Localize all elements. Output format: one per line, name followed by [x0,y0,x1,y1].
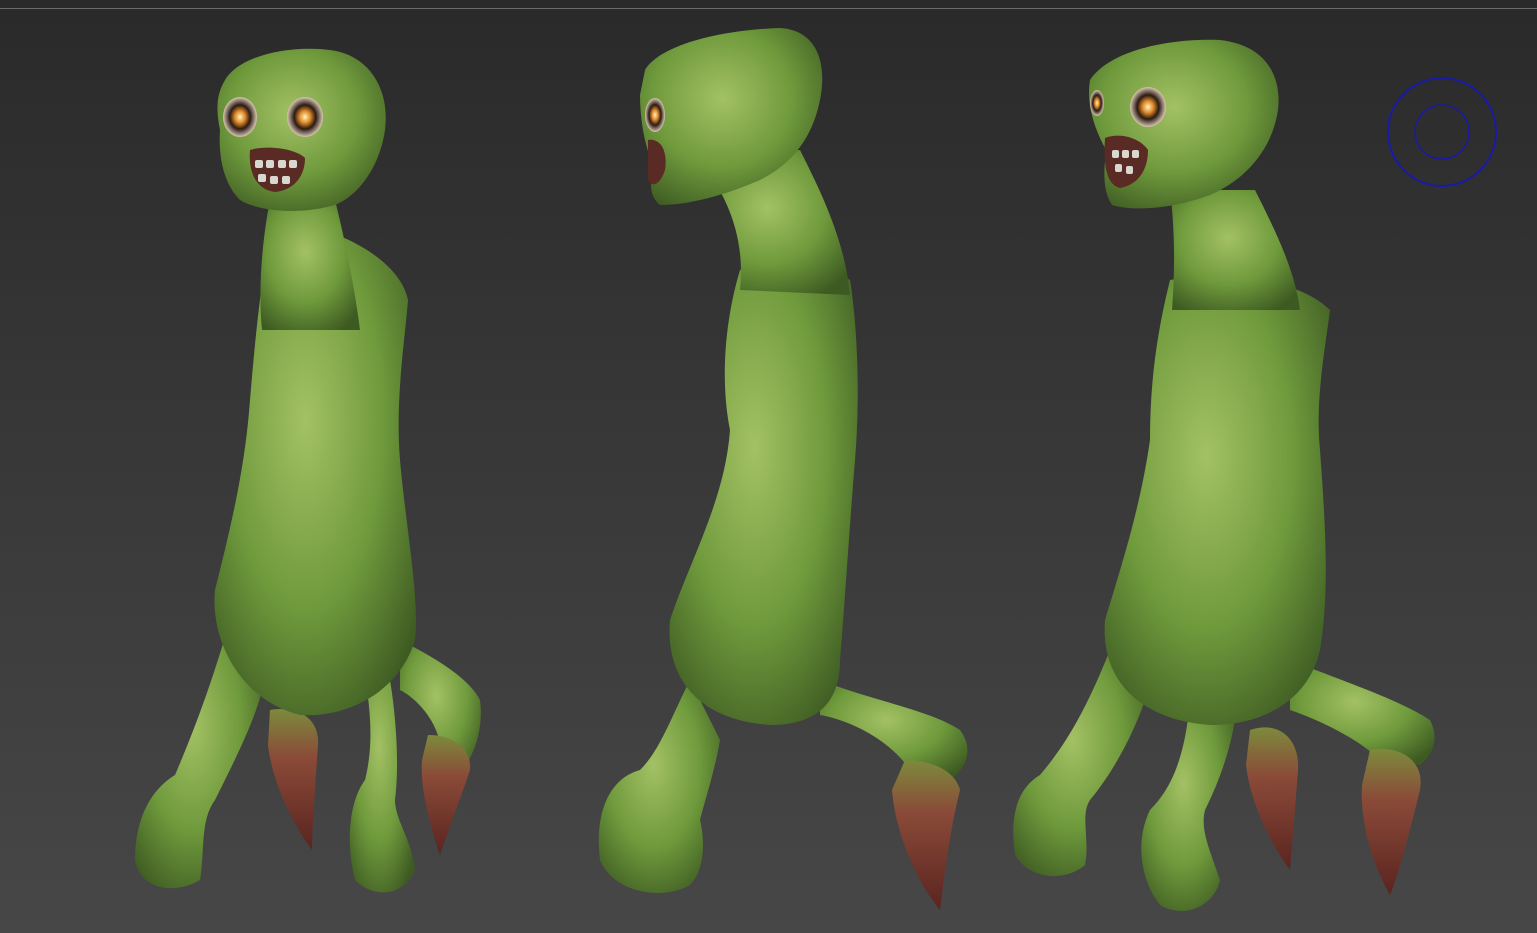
front-eye-left [223,97,257,137]
front-neck [260,200,360,330]
gizmo-outer-ring[interactable] [1387,77,1497,187]
tq-eye [1130,87,1166,127]
creature-view-side[interactable] [598,28,968,910]
side-eye [645,98,665,132]
tq-right-leg [1290,660,1435,765]
tq-torso [1104,276,1330,725]
creature-view-front[interactable] [135,48,481,893]
gizmo-inner-ring[interactable] [1414,104,1470,160]
side-claw [892,760,960,910]
side-hind-leg [820,680,968,780]
front-eye-right [287,97,323,137]
creature-view-three-quarter[interactable] [1013,39,1435,911]
side-near-limb [598,680,720,893]
front-claw-center [268,709,319,850]
tq-eye-far [1090,90,1104,116]
model-scene[interactable] [0,0,1537,933]
tq-claw-center [1246,727,1299,870]
front-claw-right [421,735,471,855]
tq-neck [1170,190,1300,310]
side-torso [669,262,858,725]
tq-middle-limb [1141,700,1235,911]
3d-viewport[interactable] [0,0,1537,933]
rotation-gizmo-icon[interactable] [1386,76,1498,188]
tq-claw-right [1361,749,1421,895]
